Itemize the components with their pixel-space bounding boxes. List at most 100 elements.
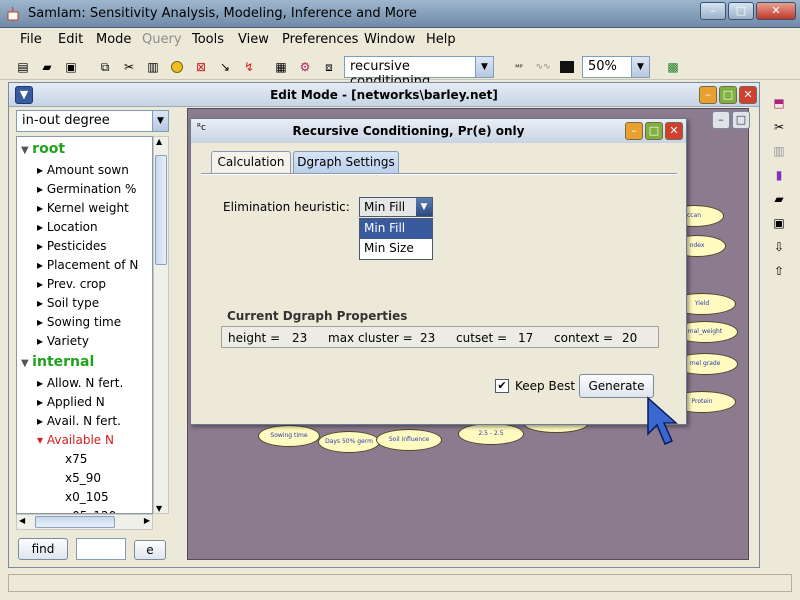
zoom-select[interactable]: 50% ▼ <box>582 56 650 78</box>
tree-item[interactable]: ▸ Location <box>37 220 98 234</box>
variable-tree[interactable]: ▼ root ▸ Amount sown ▸ Germination % ▸ K… <box>16 136 153 514</box>
menu-view[interactable]: View <box>238 32 269 47</box>
paste-icon[interactable]: ▥ <box>770 144 788 162</box>
option-min-fill[interactable]: Min Fill <box>360 219 432 239</box>
chevron-down-icon: ▼ <box>475 57 493 77</box>
frame-minimize-button[interactable]: – <box>699 86 717 104</box>
frame-close-button[interactable]: ✕ <box>739 86 757 104</box>
find-button[interactable]: find <box>18 538 68 560</box>
tab-divider <box>201 173 677 175</box>
tree-item-label: Allow. N fert. <box>46 376 124 390</box>
canvas-minimize-button[interactable]: – <box>712 111 730 129</box>
scroll-up-icon[interactable]: ▲ <box>156 137 162 146</box>
menu-edit[interactable]: Edit <box>58 32 83 47</box>
minimize-button[interactable]: – <box>700 2 726 20</box>
add-node-icon[interactable] <box>168 58 186 76</box>
tree-subitem[interactable]: x75 <box>65 452 87 466</box>
tree-subitem[interactable]: x0_105 <box>65 490 109 504</box>
tab-calculation[interactable]: Calculation <box>211 151 291 173</box>
scroll-thumb[interactable] <box>155 155 167 265</box>
open-folder-icon[interactable]: ▰ <box>770 192 788 210</box>
tree-item[interactable]: ▸ Germination % <box>37 182 136 196</box>
upload-icon[interactable]: ⇧ <box>770 264 788 282</box>
max-cluster-label: max cluster = <box>328 331 413 345</box>
frame-title: Edit Mode - [networks\barley.net] <box>270 88 498 102</box>
menu-mode[interactable]: Mode <box>96 32 131 47</box>
menu-window[interactable]: Window <box>364 32 415 47</box>
maximize-button[interactable]: □ <box>728 2 754 20</box>
tree-vertical-scrollbar[interactable]: ▲ ▼ <box>153 136 169 514</box>
scroll-down-icon[interactable]: ▼ <box>156 504 162 513</box>
network-node[interactable]: 2.5 - 2.5 <box>458 423 524 445</box>
tree-root[interactable]: ▼ root <box>21 141 65 157</box>
dialog-minimize-button[interactable]: – <box>625 122 643 140</box>
tree-item[interactable]: ▸ Avail. N fert. <box>37 414 121 428</box>
dialog-maximize-button[interactable]: □ <box>645 122 663 140</box>
tree-horizontal-scrollbar[interactable]: ◀ ▶ <box>16 514 153 530</box>
save-icon[interactable]: ▣ <box>62 58 80 76</box>
heuristic-select[interactable]: Min Fill ▼ <box>359 197 433 217</box>
keep-best-checkbox[interactable]: ✔ <box>495 379 509 393</box>
ordering-select[interactable]: in-out degree ▼ <box>16 110 169 132</box>
canvas-restore-button[interactable]: □ <box>732 111 750 129</box>
compile-icon[interactable]: ⚙ <box>296 58 314 76</box>
tree-internal[interactable]: ▼ internal <box>21 354 94 370</box>
open-folder-icon[interactable]: ▰ <box>38 58 56 76</box>
new-network-icon[interactable]: ▤ <box>14 58 32 76</box>
view-icon[interactable]: ▮ <box>770 168 788 186</box>
delete-node-icon[interactable]: ⊠ <box>192 58 210 76</box>
tree-item[interactable]: ▸ Prev. crop <box>37 277 106 291</box>
scroll-left-icon[interactable]: ◀ <box>19 516 25 525</box>
tree-item[interactable]: ▸ Variety <box>37 334 89 348</box>
option-min-size[interactable]: Min Size <box>360 239 432 259</box>
algorithm-select[interactable]: recursive conditioning ▼ <box>344 56 494 89</box>
e-button[interactable]: e <box>134 540 166 560</box>
tree-item[interactable]: ▸ Soil type <box>37 296 99 310</box>
tree-item[interactable]: ▸ Placement of N <box>37 258 138 272</box>
find-input[interactable] <box>76 538 126 560</box>
frame-maximize-button[interactable]: □ <box>719 86 737 104</box>
download-icon[interactable]: ⇩ <box>770 240 788 258</box>
calculator-icon[interactable]: ▩ <box>664 58 682 76</box>
tab-dgraph-settings[interactable]: Dgraph Settings <box>293 151 399 173</box>
network-node[interactable]: Sowing time <box>258 425 320 447</box>
menu-help[interactable]: Help <box>426 32 456 47</box>
tree-item[interactable]: ▸ Pesticides <box>37 239 107 253</box>
tree-item[interactable]: ▸ Allow. N fert. <box>37 376 123 390</box>
layout-icon[interactable]: ⧈ <box>320 58 338 76</box>
save-icon[interactable]: ▣ <box>770 216 788 234</box>
scroll-right-icon[interactable]: ▶ <box>144 516 150 525</box>
console-icon[interactable] <box>558 58 576 76</box>
menu-file[interactable]: File <box>20 32 42 47</box>
tree-subitem[interactable]: x5_90 <box>65 471 101 485</box>
cut-icon[interactable]: ✂ <box>120 58 138 76</box>
network-node[interactable]: Soil influence <box>376 429 442 451</box>
ordering-value: in-out degree <box>22 113 110 128</box>
tree-item[interactable]: ▸ Sowing time <box>37 315 121 329</box>
java-icon <box>7 6 19 21</box>
bookmark-icon[interactable]: ⬒ <box>770 96 788 114</box>
generate-button[interactable]: Generate <box>579 374 654 398</box>
cpt-icon[interactable]: ▦ <box>272 58 290 76</box>
copy-icon[interactable]: ⧉ <box>96 58 114 76</box>
menu-tools[interactable]: Tools <box>192 32 224 47</box>
tree-item[interactable]: ▸ Kernel weight <box>37 201 129 215</box>
cursor-icon <box>647 396 678 445</box>
scroll-thumb[interactable] <box>35 516 115 528</box>
tree-item-expanded[interactable]: ▾ Available N <box>37 433 114 447</box>
sensitivity-icon[interactable]: ∿∿ <box>534 58 552 76</box>
cut-icon[interactable]: ✂ <box>770 120 788 138</box>
menu-preferences[interactable]: Preferences <box>282 32 358 47</box>
tree-item[interactable]: ▸ Amount sown <box>37 163 129 177</box>
dialog-close-button[interactable]: ✕ <box>665 122 683 140</box>
add-edge-icon[interactable]: ↘ <box>216 58 234 76</box>
tree-item[interactable]: ▸ Applied N <box>37 395 105 409</box>
delete-edge-icon[interactable]: ↯ <box>240 58 258 76</box>
menu-query[interactable]: Query <box>142 32 182 47</box>
network-node[interactable]: Days 50% germ <box>318 431 380 453</box>
paste-icon[interactable]: ▥ <box>144 58 162 76</box>
close-button[interactable]: ✕ <box>756 2 796 20</box>
status-bar <box>8 574 792 592</box>
map-icon[interactable]: ᴹᴾ <box>510 58 528 76</box>
context-label: context = <box>554 331 614 345</box>
